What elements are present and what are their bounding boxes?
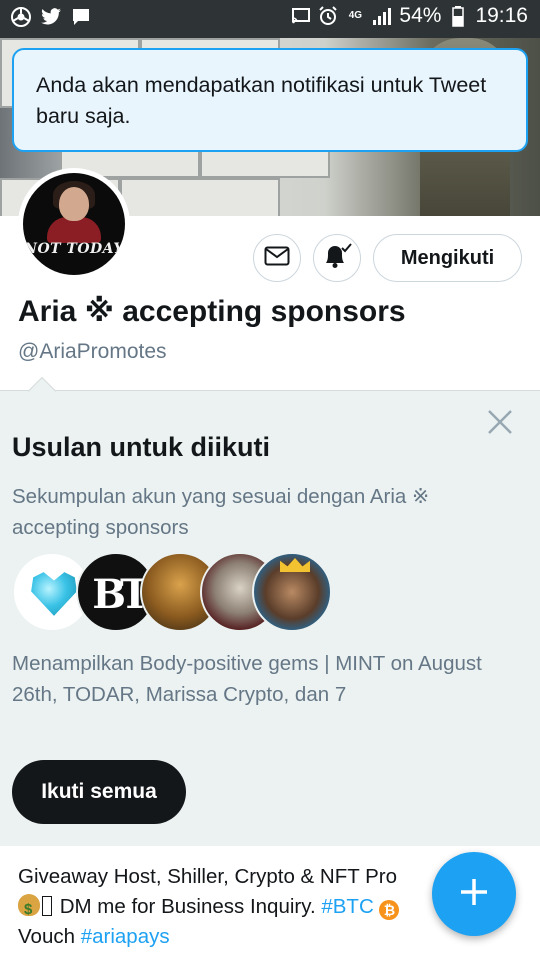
chrome-icon — [10, 6, 32, 28]
plus-icon — [458, 876, 490, 913]
cast-icon — [291, 5, 311, 27]
bitcoin-icon: ₿ — [379, 900, 400, 920]
hashtag-link[interactable]: #ariapays — [81, 925, 170, 948]
profile-avatar[interactable]: NOT TODAY — [18, 168, 130, 280]
follow-all-button[interactable]: Ikuti semua — [12, 760, 186, 824]
message-icon — [70, 6, 92, 28]
twitter-icon — [40, 6, 62, 28]
suggestions-title: Usulan untuk diikuti — [12, 432, 271, 462]
status-bar-left — [10, 6, 92, 28]
suggested-avatar[interactable] — [252, 552, 332, 632]
bio-text: Vouch — [18, 925, 81, 948]
bio-text: DM me for Business Inquiry. — [54, 895, 322, 918]
battery-icon — [448, 5, 468, 27]
message-button[interactable] — [253, 234, 301, 282]
profile-handle: @AriaPromotes — [18, 340, 167, 363]
hashtag-link[interactable]: #BTC — [321, 895, 373, 918]
status-bar: 4G 54% 19:16 — [0, 0, 540, 38]
missing-glyph-icon — [42, 896, 52, 916]
notifications-button[interactable] — [313, 234, 361, 282]
envelope-icon — [264, 246, 290, 271]
compose-tweet-button[interactable] — [432, 852, 516, 936]
avatar-image: NOT TODAY — [23, 173, 125, 275]
clock: 19:16 — [475, 4, 528, 27]
toast-message: Anda akan mendapatkan notifikasi untuk T… — [36, 73, 487, 128]
crown-icon — [280, 558, 310, 572]
money-bag-icon — [18, 894, 40, 922]
avatar-logo-text: NOT TODAY — [24, 241, 124, 257]
notification-toast: Anda akan mendapatkan notifikasi untuk T… — [12, 48, 528, 152]
suggestions-subtitle: Sekumpulan akun yang sesuai dengan Aria … — [12, 485, 430, 539]
suggested-avatars[interactable]: BT — [12, 552, 342, 634]
bell-check-icon — [322, 242, 352, 275]
heart-gem-icon — [31, 572, 77, 616]
suggestions-description: Menampilkan Body-positive gems | MINT on… — [12, 652, 482, 706]
network-4g-icon: 4G — [348, 10, 363, 21]
following-button[interactable]: Mengikuti — [373, 234, 522, 282]
signal-icon — [372, 5, 392, 27]
battery-percent: 54% — [399, 4, 442, 27]
profile-name: Aria ※ accepting sponsors — [18, 295, 406, 328]
close-icon[interactable] — [486, 408, 514, 436]
status-bar-right: 4G 54% 19:16 — [291, 4, 528, 28]
alarm-icon — [318, 5, 338, 27]
